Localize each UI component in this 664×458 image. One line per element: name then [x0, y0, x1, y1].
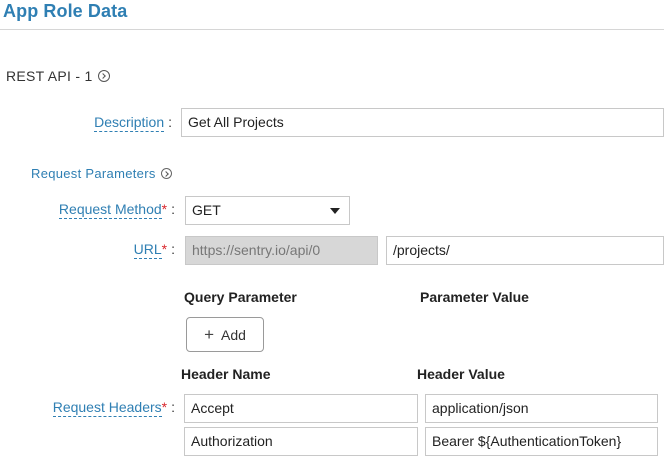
parameter-value-header: Parameter Value — [420, 289, 529, 305]
api-section-label: REST API - 1 — [6, 68, 93, 84]
header-name-input[interactable]: Accept — [184, 394, 418, 423]
header-name-input[interactable]: Authorization — [184, 427, 418, 456]
header-value-header: Header Value — [417, 366, 505, 382]
page-header: App Role Data — [0, 0, 664, 30]
plus-icon: + — [204, 325, 214, 344]
url-colon: : — [171, 241, 175, 257]
required-marker: * — [161, 399, 168, 415]
description-label-group: Description: — [60, 114, 172, 132]
request-parameters-title: Request Parameters — [31, 166, 172, 181]
chevron-right-circle-icon[interactable] — [160, 168, 172, 179]
api-section-title: REST API - 1 — [6, 68, 110, 84]
required-marker: * — [161, 241, 168, 257]
request-method-label: Request Method — [58, 201, 162, 219]
add-button-label: Add — [221, 326, 246, 343]
request-headers-label: Request Headers — [52, 399, 162, 417]
header-value-input[interactable]: Bearer ${AuthenticationToken} — [425, 427, 658, 456]
description-input[interactable]: Get All Projects — [181, 108, 664, 137]
required-marker: * — [161, 201, 168, 217]
url-label: URL — [133, 241, 162, 259]
add-query-parameter-button[interactable]: + Add — [186, 317, 264, 352]
url-base-input: https://sentry.io/api/0 — [185, 236, 378, 265]
header-name-header: Header Name — [181, 366, 271, 382]
request-method-value: GET — [192, 202, 221, 218]
url-label-group: URL*: — [60, 241, 175, 259]
query-parameter-header: Query Parameter — [184, 289, 297, 305]
request-parameters-label: Request Parameters — [31, 166, 156, 181]
request-headers-label-group: Request Headers*: — [20, 399, 175, 417]
url-path-input[interactable]: /projects/ — [386, 236, 664, 265]
request-headers-colon: : — [171, 399, 175, 415]
header-value-input[interactable]: application/json — [425, 394, 658, 423]
chevron-right-circle-icon[interactable] — [97, 70, 110, 82]
request-method-select[interactable]: GET — [185, 196, 350, 225]
description-colon: : — [168, 114, 172, 130]
caret-down-icon — [330, 208, 340, 214]
page-title: App Role Data — [3, 1, 128, 21]
description-label: Description — [94, 114, 165, 132]
request-method-label-group: Request Method*: — [20, 201, 175, 219]
request-method-colon: : — [171, 201, 175, 217]
